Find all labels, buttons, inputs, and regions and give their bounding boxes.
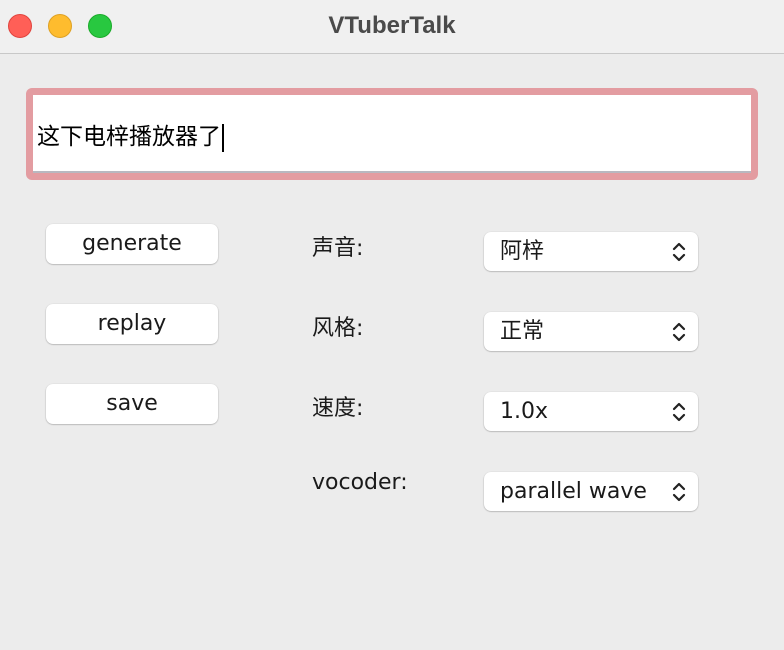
- text-input[interactable]: 这下电梓播放器了: [33, 95, 751, 173]
- voice-label: 声音:: [312, 236, 364, 261]
- style-label: 风格:: [312, 316, 364, 341]
- chevron-up-down-icon: [672, 402, 686, 422]
- voice-select-value: 阿梓: [500, 239, 545, 264]
- generate-button[interactable]: generate: [46, 224, 218, 264]
- replay-button[interactable]: replay: [46, 304, 218, 344]
- vocoder-select[interactable]: parallel wave: [484, 472, 698, 511]
- text-input-value: 这下电梓播放器了: [37, 124, 221, 150]
- speed-select-value: 1.0x: [500, 399, 549, 424]
- style-select[interactable]: 正常: [484, 312, 698, 351]
- speed-label: 速度:: [312, 396, 364, 421]
- chevron-up-down-icon: [672, 322, 686, 342]
- text-input-focus-ring: 这下电梓播放器了: [26, 88, 758, 180]
- voice-select[interactable]: 阿梓: [484, 232, 698, 271]
- save-button[interactable]: save: [46, 384, 218, 424]
- title-bar: VTuberTalk: [0, 0, 784, 54]
- text-caret: [222, 123, 224, 152]
- vocoder-select-value: parallel wave: [500, 479, 647, 504]
- speed-select[interactable]: 1.0x: [484, 392, 698, 431]
- window-title: VTuberTalk: [328, 12, 456, 39]
- chevron-up-down-icon: [672, 482, 686, 502]
- style-select-value: 正常: [500, 319, 545, 344]
- vocoder-label: vocoder:: [312, 470, 408, 495]
- chevron-up-down-icon: [672, 242, 686, 262]
